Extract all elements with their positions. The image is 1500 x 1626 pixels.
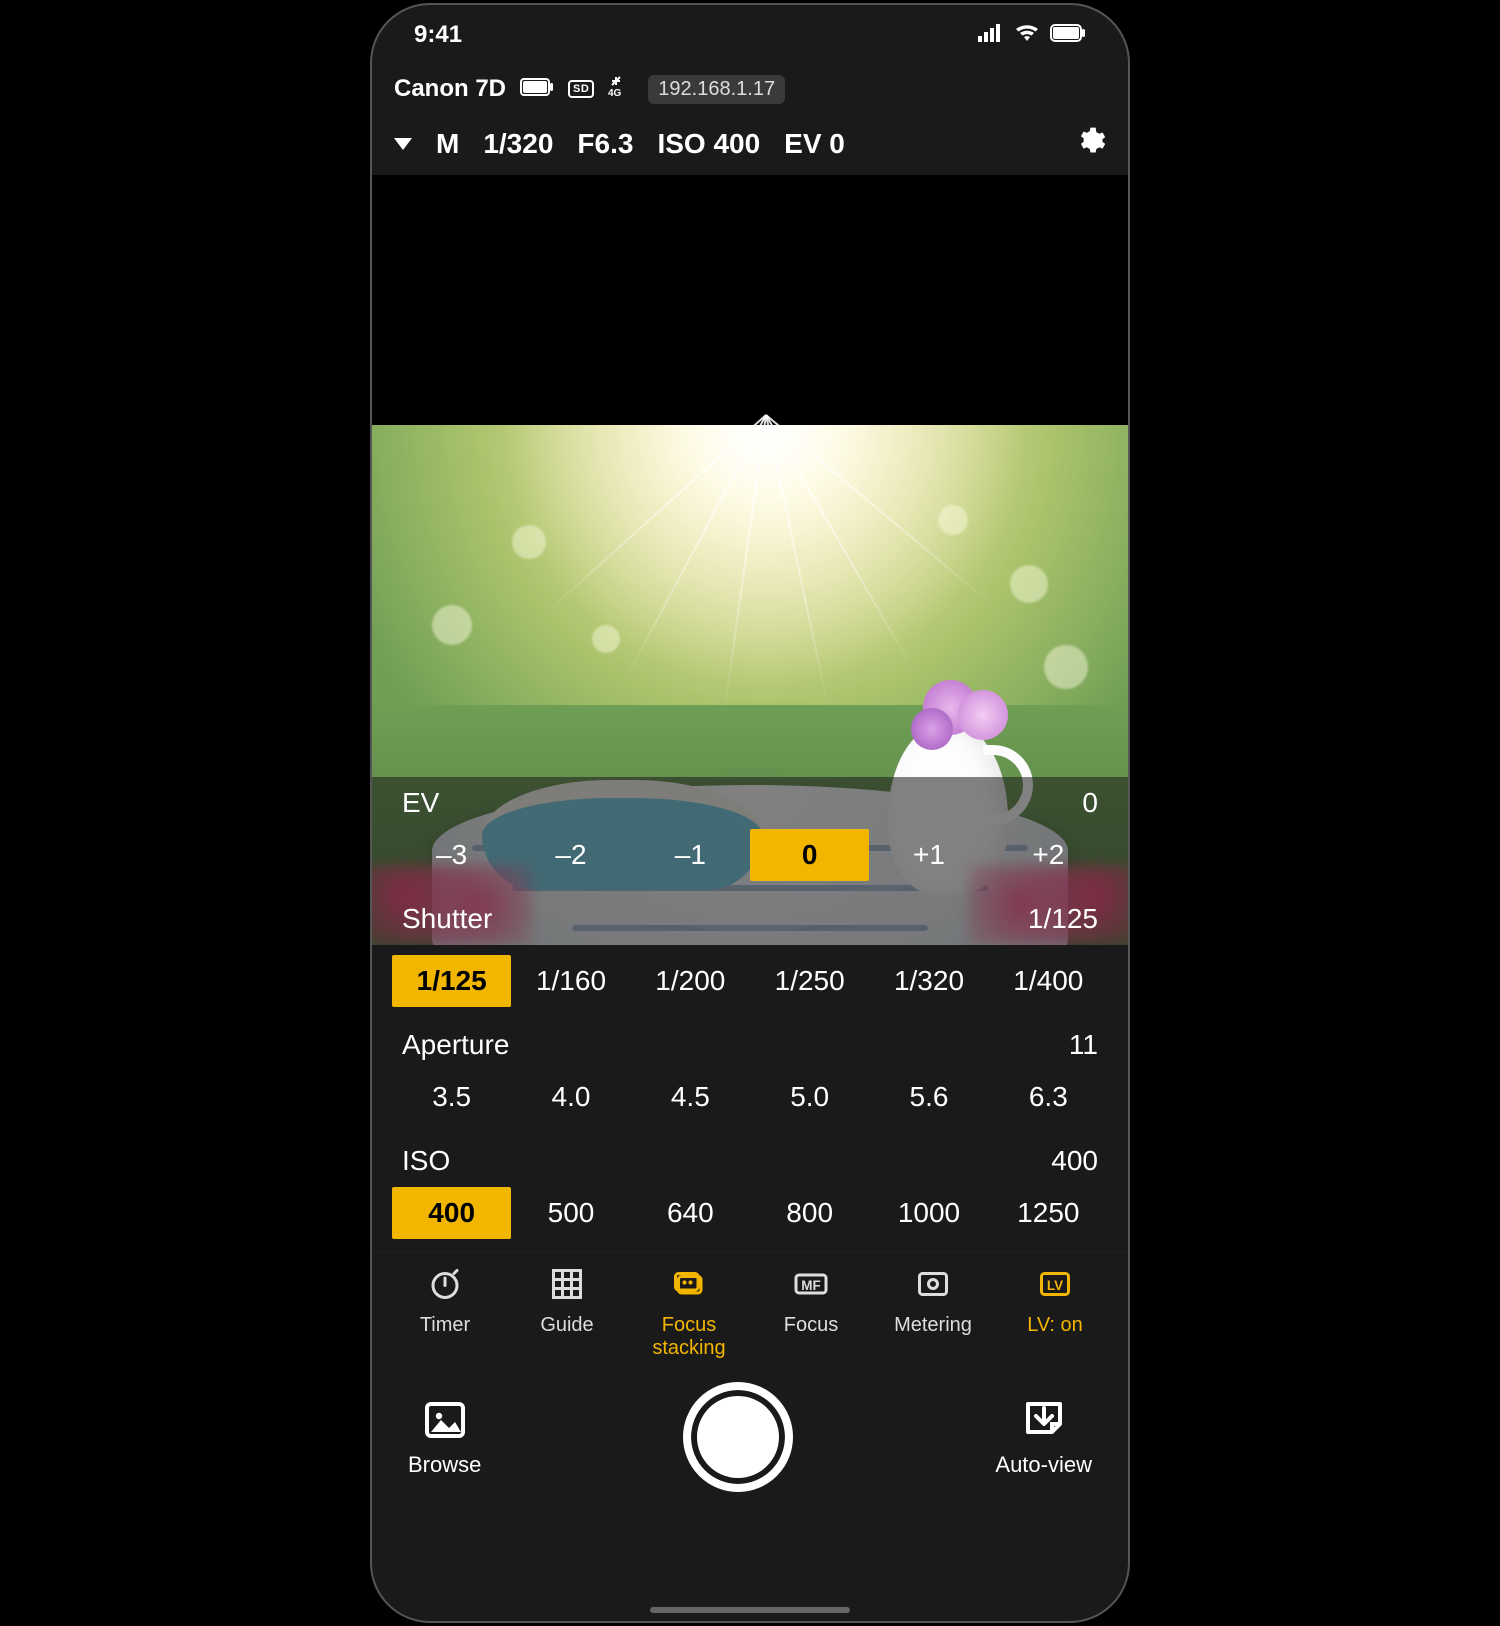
shutter-scale[interactable]: 1/1251/1601/2001/2501/3201/400 xyxy=(372,949,1128,1019)
home-indicator[interactable] xyxy=(650,1607,850,1613)
aperture-scale[interactable]: 3.54.04.55.05.66.3 xyxy=(372,1065,1128,1135)
tool-focus[interactable]: MF Focus xyxy=(750,1266,872,1360)
exposure-shutter[interactable]: 1/320 xyxy=(483,128,553,160)
ev-option[interactable]: +1 xyxy=(869,829,988,881)
ip-address-chip[interactable]: 192.168.1.17 xyxy=(648,75,785,104)
ev-label: EV xyxy=(402,787,439,819)
tool-metering[interactable]: Metering xyxy=(872,1266,994,1360)
dropdown-chevron-icon[interactable] xyxy=(394,138,412,150)
iso-control: ISO 400 40050064080010001250 xyxy=(372,1135,1128,1251)
tool-guide[interactable]: Guide xyxy=(506,1266,628,1360)
aperture-option[interactable]: 3.5 xyxy=(392,1071,511,1123)
browse-button[interactable]: Browse xyxy=(408,1396,481,1478)
bottom-bar: Browse Auto-view xyxy=(372,1364,1128,1516)
ev-option[interactable]: –1 xyxy=(631,829,750,881)
ev-control: EV 0 –3–2–10+1+2 xyxy=(372,777,1128,893)
exposure-aperture[interactable]: F6.3 xyxy=(577,128,633,160)
iso-option[interactable]: 1000 xyxy=(869,1187,988,1239)
tool-timer[interactable]: Timer xyxy=(384,1266,506,1360)
shutter-value: 1/125 xyxy=(1028,903,1098,935)
shutter-option[interactable]: 1/160 xyxy=(511,955,630,1007)
cellular-icon xyxy=(978,21,1004,49)
svg-text:LV: LV xyxy=(1047,1278,1063,1293)
exposure-mode[interactable]: M xyxy=(436,128,459,160)
iso-option[interactable]: 500 xyxy=(511,1187,630,1239)
tool-label: LV: on xyxy=(1027,1314,1083,1337)
wifi-icon xyxy=(1014,21,1040,49)
tool-row: Timer Guide Focus stacking MF Focus Metering L… xyxy=(372,1251,1128,1364)
shutter-option[interactable]: 1/400 xyxy=(989,955,1108,1007)
camera-info-bar: Canon 7D SD 4G 192.168.1.17 xyxy=(372,65,1128,113)
ev-value: 0 xyxy=(1082,787,1098,819)
auto-view-button[interactable]: Auto-view xyxy=(995,1396,1092,1478)
camera-battery-icon xyxy=(520,75,554,103)
live-view-overlay-panel: EV 0 –3–2–10+1+2 Shutter 1/125 xyxy=(372,777,1128,945)
status-time: 9:41 xyxy=(414,21,462,49)
tool-focus-stacking[interactable]: Focus stacking xyxy=(628,1266,750,1360)
shutter-option[interactable]: 1/320 xyxy=(869,955,988,1007)
network-4g-icon: 4G xyxy=(608,75,634,104)
shutter-option[interactable]: 1/125 xyxy=(392,955,511,1007)
iso-scale[interactable]: 40050064080010001250 xyxy=(372,1181,1128,1251)
tool-label: Guide xyxy=(540,1314,593,1337)
svg-text:MF: MF xyxy=(801,1278,821,1293)
shutter-control-scale-wrap: 1/1251/1601/2001/2501/3201/400 xyxy=(372,949,1128,1019)
svg-text:4G: 4G xyxy=(608,88,622,97)
tool-label: Metering xyxy=(894,1314,972,1337)
ev-scale[interactable]: –3–2–10+1+2 xyxy=(372,823,1128,893)
shutter-button[interactable] xyxy=(683,1382,793,1492)
ev-option[interactable]: –3 xyxy=(392,829,511,881)
mf-icon: MF xyxy=(793,1266,829,1308)
shutter-label: Shutter xyxy=(402,903,492,935)
ev-option[interactable]: –2 xyxy=(511,829,630,881)
iso-option[interactable]: 640 xyxy=(631,1187,750,1239)
aperture-option[interactable]: 4.0 xyxy=(511,1071,630,1123)
exposure-summary-bar: M 1/320 F6.3 ISO 400 EV 0 xyxy=(372,113,1128,175)
aperture-option[interactable]: 5.6 xyxy=(869,1071,988,1123)
phone-frame: 9:41 Canon 7D SD 4G 192.168.1.17 M 1/320 xyxy=(370,3,1130,1623)
battery-icon xyxy=(1050,21,1086,49)
settings-gear-icon[interactable] xyxy=(1074,125,1106,164)
iso-option[interactable]: 400 xyxy=(392,1187,511,1239)
tool-label: Focus xyxy=(784,1314,838,1337)
tool-label: Timer xyxy=(420,1314,470,1337)
tool-label: Focus stacking xyxy=(652,1314,725,1360)
controls-panel: 1/1251/1601/2001/2501/3201/400 Aperture … xyxy=(372,945,1128,1516)
tool-lv[interactable]: LV LV: on xyxy=(994,1266,1116,1360)
iso-label: ISO xyxy=(402,1145,450,1177)
aperture-option[interactable]: 5.0 xyxy=(750,1071,869,1123)
exposure-ev[interactable]: EV 0 xyxy=(784,128,845,160)
grid-icon xyxy=(549,1266,585,1308)
iso-option[interactable]: 1250 xyxy=(989,1187,1108,1239)
aperture-control: Aperture 11 3.54.04.55.05.66.3 xyxy=(372,1019,1128,1135)
camera-model: Canon 7D xyxy=(394,75,506,103)
aperture-value: 11 xyxy=(1069,1029,1098,1061)
iso-option[interactable]: 800 xyxy=(750,1187,869,1239)
aperture-option[interactable]: 4.5 xyxy=(631,1071,750,1123)
browse-label: Browse xyxy=(408,1452,481,1478)
shutter-option[interactable]: 1/250 xyxy=(750,955,869,1007)
shutter-control: Shutter 1/125 xyxy=(372,893,1128,939)
ev-option[interactable]: 0 xyxy=(750,829,869,881)
live-view[interactable]: EV 0 –3–2–10+1+2 Shutter 1/125 xyxy=(372,175,1128,945)
auto-view-label: Auto-view xyxy=(995,1452,1092,1478)
lv-icon: LV xyxy=(1037,1266,1073,1308)
exposure-iso[interactable]: ISO 400 xyxy=(657,128,760,160)
iso-value: 400 xyxy=(1051,1145,1098,1177)
aperture-label: Aperture xyxy=(402,1029,509,1061)
ev-option[interactable]: +2 xyxy=(989,829,1108,881)
sd-card-icon: SD xyxy=(568,80,594,98)
status-bar: 9:41 xyxy=(372,5,1128,65)
aperture-option[interactable]: 6.3 xyxy=(989,1071,1108,1123)
focus-stacking-icon xyxy=(671,1266,707,1308)
metering-icon xyxy=(915,1266,951,1308)
timer-icon xyxy=(427,1266,463,1308)
shutter-option[interactable]: 1/200 xyxy=(631,955,750,1007)
